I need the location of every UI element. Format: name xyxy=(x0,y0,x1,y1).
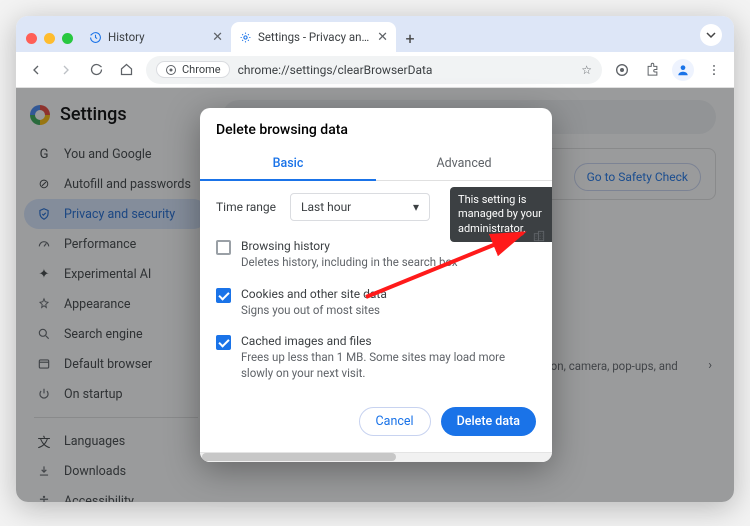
option-title: Cached images and files xyxy=(241,334,536,348)
tab-history[interactable]: History ✕ xyxy=(81,22,231,52)
page-title: Settings xyxy=(60,104,127,125)
settings-sidebar: Settings GYou and Google ⊘Autofill and p… xyxy=(16,88,216,502)
lens-icon[interactable] xyxy=(612,60,632,80)
new-tab-button[interactable]: + xyxy=(396,24,424,52)
option-cookies[interactable]: Cookies and other site data Signs you ou… xyxy=(216,279,536,327)
accessibility-icon xyxy=(36,494,52,502)
checkbox-unchecked[interactable] xyxy=(216,240,231,255)
omnibox[interactable]: Chrome chrome://settings/clearBrowserDat… xyxy=(146,56,602,84)
checkbox-checked[interactable] xyxy=(216,288,231,303)
cancel-button[interactable]: Cancel xyxy=(359,407,431,436)
nav-privacy-security[interactable]: Privacy and security xyxy=(24,199,208,229)
google-g-icon: G xyxy=(36,147,52,162)
toolbar: Chrome chrome://settings/clearBrowserDat… xyxy=(16,52,734,88)
site-chip[interactable]: Chrome xyxy=(156,61,230,78)
minimize-window-button[interactable] xyxy=(44,33,55,44)
key-icon: ⊘ xyxy=(36,177,52,192)
brand-row: Settings xyxy=(24,102,208,139)
dialog-h-scrollbar[interactable] xyxy=(200,452,552,462)
enterprise-icon xyxy=(532,229,546,243)
tab-title: History xyxy=(108,30,206,44)
delete-browsing-data-dialog: Delete browsing data Basic Advanced Time… xyxy=(200,108,552,462)
nav-you-and-google[interactable]: GYou and Google xyxy=(24,139,208,169)
power-icon xyxy=(36,387,52,401)
option-desc: Frees up less than 1 MB. Some sites may … xyxy=(241,350,536,381)
nav-default-browser[interactable]: Default browser xyxy=(24,349,208,379)
nav-separator xyxy=(34,417,198,418)
option-title: Cookies and other site data xyxy=(241,287,387,301)
download-icon xyxy=(36,464,52,478)
option-desc: Deletes history, including in the search… xyxy=(241,255,458,271)
reload-button[interactable] xyxy=(86,60,106,80)
kebab-menu-icon[interactable] xyxy=(704,60,724,80)
option-cached[interactable]: Cached images and files Frees up less th… xyxy=(216,326,536,389)
safety-check-button[interactable]: Go to Safety Check xyxy=(574,163,701,191)
tab-title: Settings - Privacy and securi xyxy=(258,30,371,44)
time-range-value: Last hour xyxy=(301,200,351,214)
nav-on-startup[interactable]: On startup xyxy=(24,379,208,409)
dialog-actions: Cancel Delete data xyxy=(200,393,552,452)
chevron-down-icon: ▾ xyxy=(413,200,419,214)
url-text: chrome://settings/clearBrowserData xyxy=(238,63,433,77)
time-range-label: Time range xyxy=(216,200,276,214)
close-tab-icon[interactable]: ✕ xyxy=(212,31,223,44)
nav-languages[interactable]: 文Languages xyxy=(24,426,208,456)
chevron-right-icon: › xyxy=(708,358,712,373)
tab-advanced[interactable]: Advanced xyxy=(376,148,552,181)
option-title: Browsing history xyxy=(241,239,458,253)
search-icon xyxy=(36,327,52,341)
dialog-body: Time range Last hour ▾ Browsing history … xyxy=(200,181,552,393)
history-icon xyxy=(89,31,102,44)
forward-button[interactable] xyxy=(56,60,76,80)
close-window-button[interactable] xyxy=(26,33,37,44)
palette-icon xyxy=(36,297,52,311)
gear-icon xyxy=(239,31,252,44)
checkbox-checked[interactable] xyxy=(216,335,231,350)
maximize-window-button[interactable] xyxy=(62,33,73,44)
option-desc: Signs you out of most sites xyxy=(241,303,387,319)
gauge-icon xyxy=(36,237,52,251)
profile-avatar[interactable] xyxy=(672,59,694,81)
extensions-icon[interactable] xyxy=(642,60,662,80)
tab-dropdown-button[interactable] xyxy=(700,24,722,46)
back-button[interactable] xyxy=(26,60,46,80)
tab-strip: History ✕ Settings - Privacy and securi … xyxy=(16,16,734,52)
bookmark-icon[interactable]: ☆ xyxy=(581,63,592,77)
shield-icon xyxy=(36,207,52,221)
dialog-tabs: Basic Advanced xyxy=(200,148,552,181)
nav-appearance[interactable]: Appearance xyxy=(24,289,208,319)
chevron-down-icon xyxy=(706,30,716,40)
site-chip-label: Chrome xyxy=(182,63,221,76)
window-controls xyxy=(22,33,81,52)
nav-search-engine[interactable]: Search engine xyxy=(24,319,208,349)
nav-downloads[interactable]: Downloads xyxy=(24,456,208,486)
nav-autofill[interactable]: ⊘Autofill and passwords xyxy=(24,169,208,199)
chrome-logo-icon xyxy=(30,105,50,125)
nav-experimental-ai[interactable]: ✦Experimental AI xyxy=(24,259,208,289)
window-icon xyxy=(36,357,52,371)
dialog-title: Delete browsing data xyxy=(200,108,552,148)
language-icon: 文 xyxy=(36,432,52,451)
nav-accessibility[interactable]: Accessibility xyxy=(24,486,208,502)
delete-data-button[interactable]: Delete data xyxy=(441,407,536,436)
tab-basic[interactable]: Basic xyxy=(200,148,376,181)
home-button[interactable] xyxy=(116,60,136,80)
nav-performance[interactable]: Performance xyxy=(24,229,208,259)
sparkle-icon: ✦ xyxy=(36,267,52,282)
time-range-select[interactable]: Last hour ▾ xyxy=(290,193,430,221)
tab-settings[interactable]: Settings - Privacy and securi ✕ xyxy=(231,22,396,52)
chrome-icon xyxy=(165,64,177,76)
close-tab-icon[interactable]: ✕ xyxy=(377,31,388,44)
